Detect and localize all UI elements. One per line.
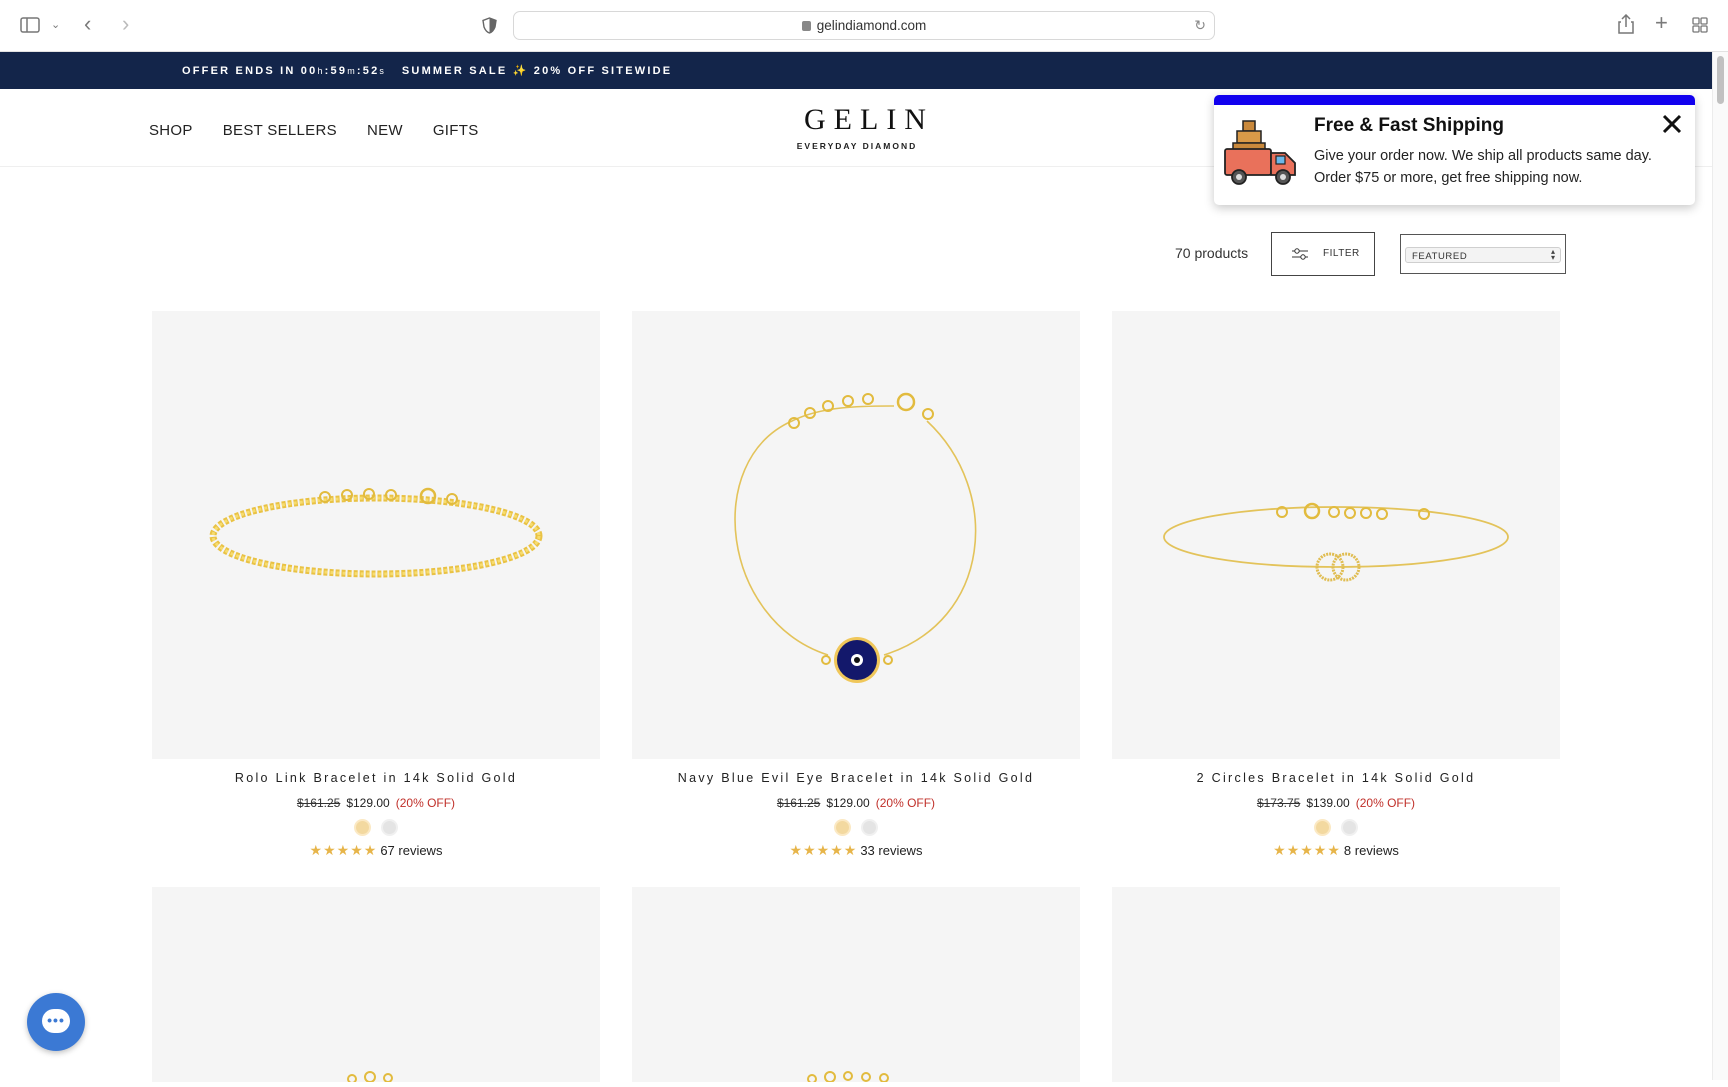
discount-label: (20% OFF)	[395, 796, 456, 810]
white-gold-swatch[interactable]	[1341, 819, 1358, 836]
reload-icon[interactable]: ↻	[1194, 17, 1206, 34]
share-icon[interactable]	[1618, 14, 1634, 34]
product-card[interactable]: Rolo Link Bracelet in 14k Solid Gold $16…	[152, 311, 600, 859]
white-gold-swatch[interactable]	[861, 819, 878, 836]
product-image[interactable]	[1112, 887, 1560, 1082]
browser-toolbar: ⌄ ‹ › gelindiamond.com ↻ +	[0, 0, 1728, 52]
popup-body-line-1: Give your order now. We ship all product…	[1314, 148, 1652, 164]
filter-label: FILTER	[1323, 248, 1360, 259]
star-rating-icon: ★★★★★	[1273, 842, 1341, 858]
sale-price: $129.00	[826, 796, 870, 810]
privacy-shield-icon[interactable]	[482, 17, 497, 34]
product-card[interactable]	[1112, 887, 1560, 1082]
url-text: gelindiamond.com	[514, 18, 1214, 33]
old-price: $161.25	[296, 796, 341, 810]
filter-button[interactable]: FILTER	[1271, 232, 1375, 276]
two-circles-bracelet-image	[1163, 502, 1509, 582]
chat-bubble-icon: •••	[42, 1009, 70, 1033]
popup-accent-bar	[1214, 95, 1695, 105]
nav-new[interactable]: NEW	[367, 122, 403, 139]
bracelet-image-partial	[807, 1071, 889, 1084]
evil-eye-bracelet-image	[734, 392, 977, 683]
review-count: 67 reviews	[380, 843, 443, 858]
gold-swatch[interactable]	[354, 819, 371, 836]
discount-label: (20% OFF)	[1355, 796, 1416, 810]
sale-price: $139.00	[1306, 796, 1350, 810]
scrollbar-thumb[interactable]	[1717, 56, 1724, 104]
product-card[interactable]	[632, 887, 1080, 1084]
product-image[interactable]	[632, 311, 1080, 759]
product-title[interactable]: Navy Blue Evil Eye Bracelet in 14k Solid…	[632, 771, 1080, 785]
star-rating-icon: ★★★★★	[789, 842, 858, 858]
product-rating[interactable]: ★★★★★ 8 reviews	[1112, 842, 1560, 859]
gold-swatch[interactable]	[834, 819, 851, 836]
logo-tagline: EVERYDAY DIAMOND	[796, 141, 918, 151]
chat-button[interactable]: •••	[27, 993, 85, 1051]
review-count: 8 reviews	[1343, 843, 1399, 858]
product-title[interactable]: 2 Circles Bracelet in 14k Solid Gold	[1112, 771, 1560, 785]
discount-label: (20% OFF)	[875, 796, 936, 810]
gold-chain-bracelet-image	[209, 487, 543, 578]
sort-select[interactable]: FEATURED ▴ ▾	[1400, 234, 1566, 274]
scrollbar-track[interactable]	[1712, 52, 1728, 1080]
gold-swatch[interactable]	[1314, 819, 1331, 836]
promo-bar: OFFER ENDS IN 00h:59m:52s SUMMER SALE ✨ …	[0, 52, 1712, 89]
white-gold-swatch[interactable]	[381, 819, 398, 836]
shipping-popup: Free & Fast Shipping Give your order now…	[1214, 95, 1695, 205]
popup-body: Give your order now. We ship all product…	[1314, 145, 1689, 189]
product-card[interactable]: Navy Blue Evil Eye Bracelet in 14k Solid…	[632, 311, 1080, 859]
product-count: 70 products	[1175, 245, 1249, 261]
product-rating[interactable]: ★★★★★ 33 reviews	[632, 842, 1080, 859]
product-price: $161.25 $129.00 (20% OFF)	[152, 796, 600, 810]
product-image[interactable]	[152, 887, 600, 1084]
product-price: $173.75 $139.00 (20% OFF)	[1112, 796, 1560, 810]
lock-icon	[801, 21, 811, 31]
product-card[interactable]: 2 Circles Bracelet in 14k Solid Gold $17…	[1112, 311, 1560, 859]
back-icon[interactable]: ‹	[84, 13, 91, 35]
bracelet-image-partial	[347, 1071, 393, 1084]
site-logo[interactable]: GELIN EVERYDAY DIAMOND	[796, 103, 934, 152]
logo-name: GELIN	[804, 103, 934, 136]
product-image[interactable]	[632, 887, 1080, 1084]
review-count: 33 reviews	[860, 843, 923, 858]
color-swatches	[1112, 819, 1560, 836]
product-image[interactable]	[152, 311, 600, 759]
url-label: gelindiamond.com	[816, 18, 927, 33]
product-price: $161.25 $129.00 (20% OFF)	[632, 796, 1080, 810]
product-rating[interactable]: ★★★★★ 67 reviews	[152, 842, 600, 859]
popup-body-line-2: Order $75 or more, get free shipping now…	[1314, 170, 1583, 186]
filter-sliders-icon	[1292, 248, 1308, 260]
color-swatches	[152, 819, 600, 836]
star-rating-icon: ★★★★★	[309, 842, 378, 858]
delivery-truck-icon	[1224, 120, 1296, 185]
old-price: $161.25	[776, 796, 821, 810]
close-icon[interactable]	[1661, 113, 1683, 135]
nav-best-sellers[interactable]: BEST SELLERS	[223, 122, 337, 139]
popup-title: Free & Fast Shipping	[1314, 115, 1505, 136]
new-tab-icon[interactable]: +	[1655, 12, 1668, 34]
old-price: $173.75	[1256, 796, 1301, 810]
promo-text: OFFER ENDS IN 00h:59m:52s SUMMER SALE ✨ …	[182, 65, 673, 77]
product-card[interactable]	[152, 887, 600, 1084]
tab-overview-icon[interactable]	[1692, 17, 1708, 33]
sale-price: $129.00	[346, 796, 390, 810]
product-image[interactable]	[1112, 311, 1560, 759]
forward-icon[interactable]: ›	[122, 13, 129, 35]
address-bar[interactable]: gelindiamond.com ↻	[513, 11, 1215, 40]
product-title[interactable]: Rolo Link Bracelet in 14k Solid Gold	[152, 771, 600, 785]
nav-shop[interactable]: SHOP	[149, 122, 193, 139]
nav-gifts[interactable]: GIFTS	[433, 122, 479, 139]
select-arrows-icon: ▴ ▾	[1550, 247, 1555, 262]
main-nav: SHOP BEST SELLERS NEW GIFTS	[149, 122, 479, 139]
color-swatches	[632, 819, 1080, 836]
sort-value: FEATURED	[1412, 251, 1468, 262]
sidebar-toggle-icon[interactable]	[20, 17, 40, 33]
chevron-down-icon[interactable]: ⌄	[51, 15, 60, 35]
